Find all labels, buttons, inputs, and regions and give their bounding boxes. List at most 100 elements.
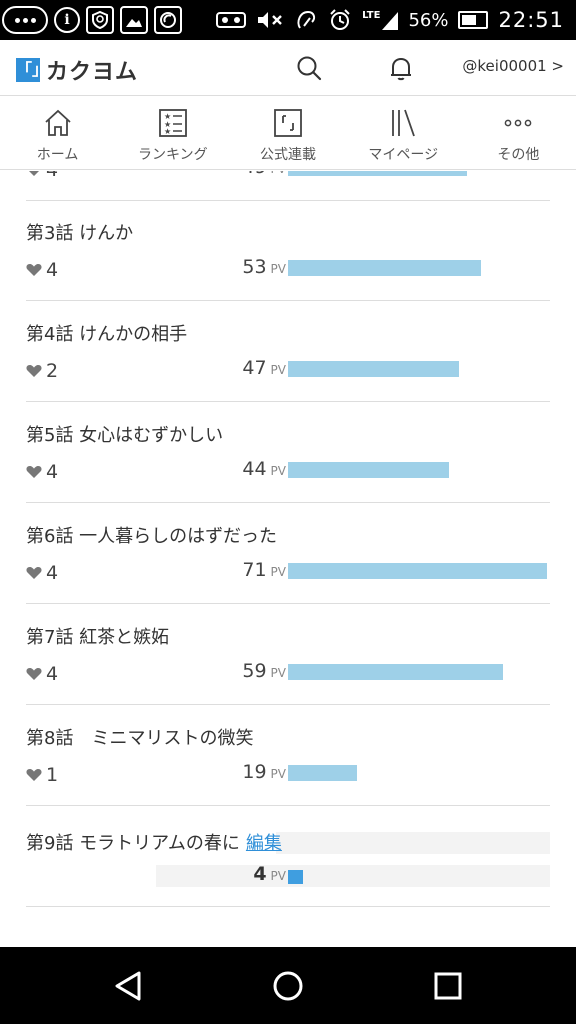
ranking-icon: ★ ★ ★: [158, 109, 187, 137]
info-notification-icon: i: [54, 7, 80, 33]
mute-icon: [258, 12, 282, 28]
pv-unit: PV: [270, 767, 286, 781]
clock: 22:51: [498, 8, 564, 32]
pv-bar: [288, 171, 467, 176]
pv-value: 71: [242, 559, 267, 581]
tab-ranking[interactable]: ★ ★ ★ ランキング: [115, 97, 230, 169]
tab-mypage[interactable]: マイページ: [346, 97, 461, 169]
system-nav-bar: [0, 947, 576, 1024]
kakuyomu-logo[interactable]: 「」 カクヨム: [16, 54, 138, 86]
pv-value: 19: [242, 761, 267, 783]
app-notification-icon: [154, 6, 182, 34]
official-series-icon: [274, 109, 302, 137]
pv-value: 59: [242, 660, 267, 682]
pv-bar: [288, 563, 547, 579]
logo-text: カクヨム: [46, 60, 139, 85]
main-tabs: ホーム ★ ★ ★ ランキング 公式連載 マイページ その他: [0, 97, 576, 170]
pv-count: 59 PV: [196, 660, 286, 682]
pv-bar: [288, 260, 481, 276]
pv-count: 47 PV: [196, 357, 286, 379]
pv-bar: [288, 664, 503, 680]
pv-bar: [288, 361, 459, 377]
voicemail-icon: [216, 12, 247, 28]
heart-icon: [26, 466, 42, 478]
episode-row[interactable]: 第5話 女心はむずかしい 4 44 PV: [26, 403, 550, 503]
pv-value: 44: [242, 458, 267, 480]
tab-label: 公式連載: [260, 147, 316, 163]
episode-row[interactable]: 第4話 けんかの相手 2 47 PV: [26, 302, 550, 402]
home-nav-icon[interactable]: [271, 969, 305, 1003]
episode-row-latest[interactable]: 第9話 モラトリアムの春に 編集 4 PV: [26, 807, 550, 907]
user-menu[interactable]: @kei00001 >: [462, 57, 564, 75]
episode-title: 第3話 けんか: [26, 223, 134, 244]
tab-more[interactable]: その他: [461, 97, 576, 169]
heart-icon: [26, 264, 42, 276]
episode-row[interactable]: 第3話 けんか 4 53 PV: [26, 201, 550, 301]
pv-count: 71 PV: [196, 559, 286, 581]
heart-count: 4: [26, 562, 58, 584]
notification-bell-icon[interactable]: [387, 54, 415, 82]
tab-label: ホーム: [36, 147, 79, 163]
episode-title-latest: 第9話 モラトリアムの春に 編集: [26, 829, 282, 855]
search-icon[interactable]: [295, 54, 323, 82]
episode-title-text: 第9話 モラトリアムの春に: [26, 833, 240, 854]
status-bar: i LTE 56% 22:51: [0, 0, 576, 40]
highlight-background: [276, 832, 550, 854]
episode-list: 4 49PV 第3話 けんか 4 53PV 第4話 けんかの相手 2 47PV …: [0, 171, 576, 947]
episode-title: 第5話 女心はむずかしい: [26, 425, 224, 446]
heart-icon: [26, 365, 42, 377]
heart-icon: [26, 567, 42, 579]
pv-bar: [288, 870, 303, 884]
pv-count: 49 PV: [196, 171, 286, 178]
pv-unit: PV: [271, 171, 286, 176]
pv-unit: PV: [270, 363, 286, 377]
image-notification-icon: [120, 6, 148, 34]
tab-home[interactable]: ホーム: [0, 97, 115, 169]
edit-link[interactable]: 編集: [246, 833, 282, 854]
pv-value: 49: [242, 171, 266, 178]
lte-label: LTE: [362, 10, 381, 21]
more-icon: [505, 119, 532, 127]
recents-icon[interactable]: [431, 969, 465, 1003]
pv-unit: PV: [270, 666, 286, 680]
heart-count-value: 4: [46, 562, 59, 584]
app-header: 「」 カクヨム @kei00001 >: [0, 40, 576, 96]
heart-count-value: 2: [46, 360, 59, 382]
heart-count: 4: [26, 171, 58, 181]
episode-row[interactable]: 4 49 PV: [26, 171, 550, 201]
episode-row[interactable]: 第8話 ミニマリストの微笑 1 19 PV: [26, 706, 550, 806]
pv-unit: PV: [270, 464, 286, 478]
heart-count: 4: [26, 663, 58, 685]
heart-count-value: 1: [46, 764, 59, 786]
tab-label: その他: [497, 147, 540, 163]
message-notification-icon: [2, 6, 48, 34]
tab-official-series[interactable]: 公式連載: [230, 97, 345, 169]
battery-icon: [458, 11, 489, 29]
pv-value: 4: [253, 863, 267, 885]
episode-row[interactable]: 第6話 一人暮らしのはずだった 4 71 PV: [26, 504, 550, 604]
back-icon[interactable]: [111, 969, 145, 1003]
pv-bar: [288, 765, 357, 781]
episode-title: 第8話 ミニマリストの微笑: [26, 728, 254, 749]
episode-row[interactable]: 第7話 紅茶と嫉妬 4 59 PV: [26, 605, 550, 705]
pv-unit: PV: [270, 565, 286, 579]
system-icons: LTE 56% 22:51: [216, 0, 564, 40]
svg-text:★: ★: [164, 127, 171, 136]
heart-count-value: 4: [46, 171, 58, 181]
alarm-icon: [330, 9, 350, 30]
pv-count: 19 PV: [196, 761, 286, 783]
notification-icons: i: [2, 3, 182, 37]
heart-icon: [26, 769, 42, 781]
pv-count: 44 PV: [196, 458, 286, 480]
pv-value: 53: [242, 256, 267, 278]
heart-count-value: 4: [46, 461, 59, 483]
lte-signal-icon: LTE: [362, 10, 399, 30]
heart-count-value: 4: [46, 663, 59, 685]
heart-icon: [26, 668, 42, 680]
pv-unit: PV: [270, 869, 286, 883]
pv-count: 4 PV: [196, 863, 286, 885]
tab-label: ランキング: [138, 147, 208, 163]
heart-icon: [29, 171, 39, 176]
episode-title: 第4話 けんかの相手: [26, 324, 188, 345]
pv-value: 47: [242, 357, 267, 379]
